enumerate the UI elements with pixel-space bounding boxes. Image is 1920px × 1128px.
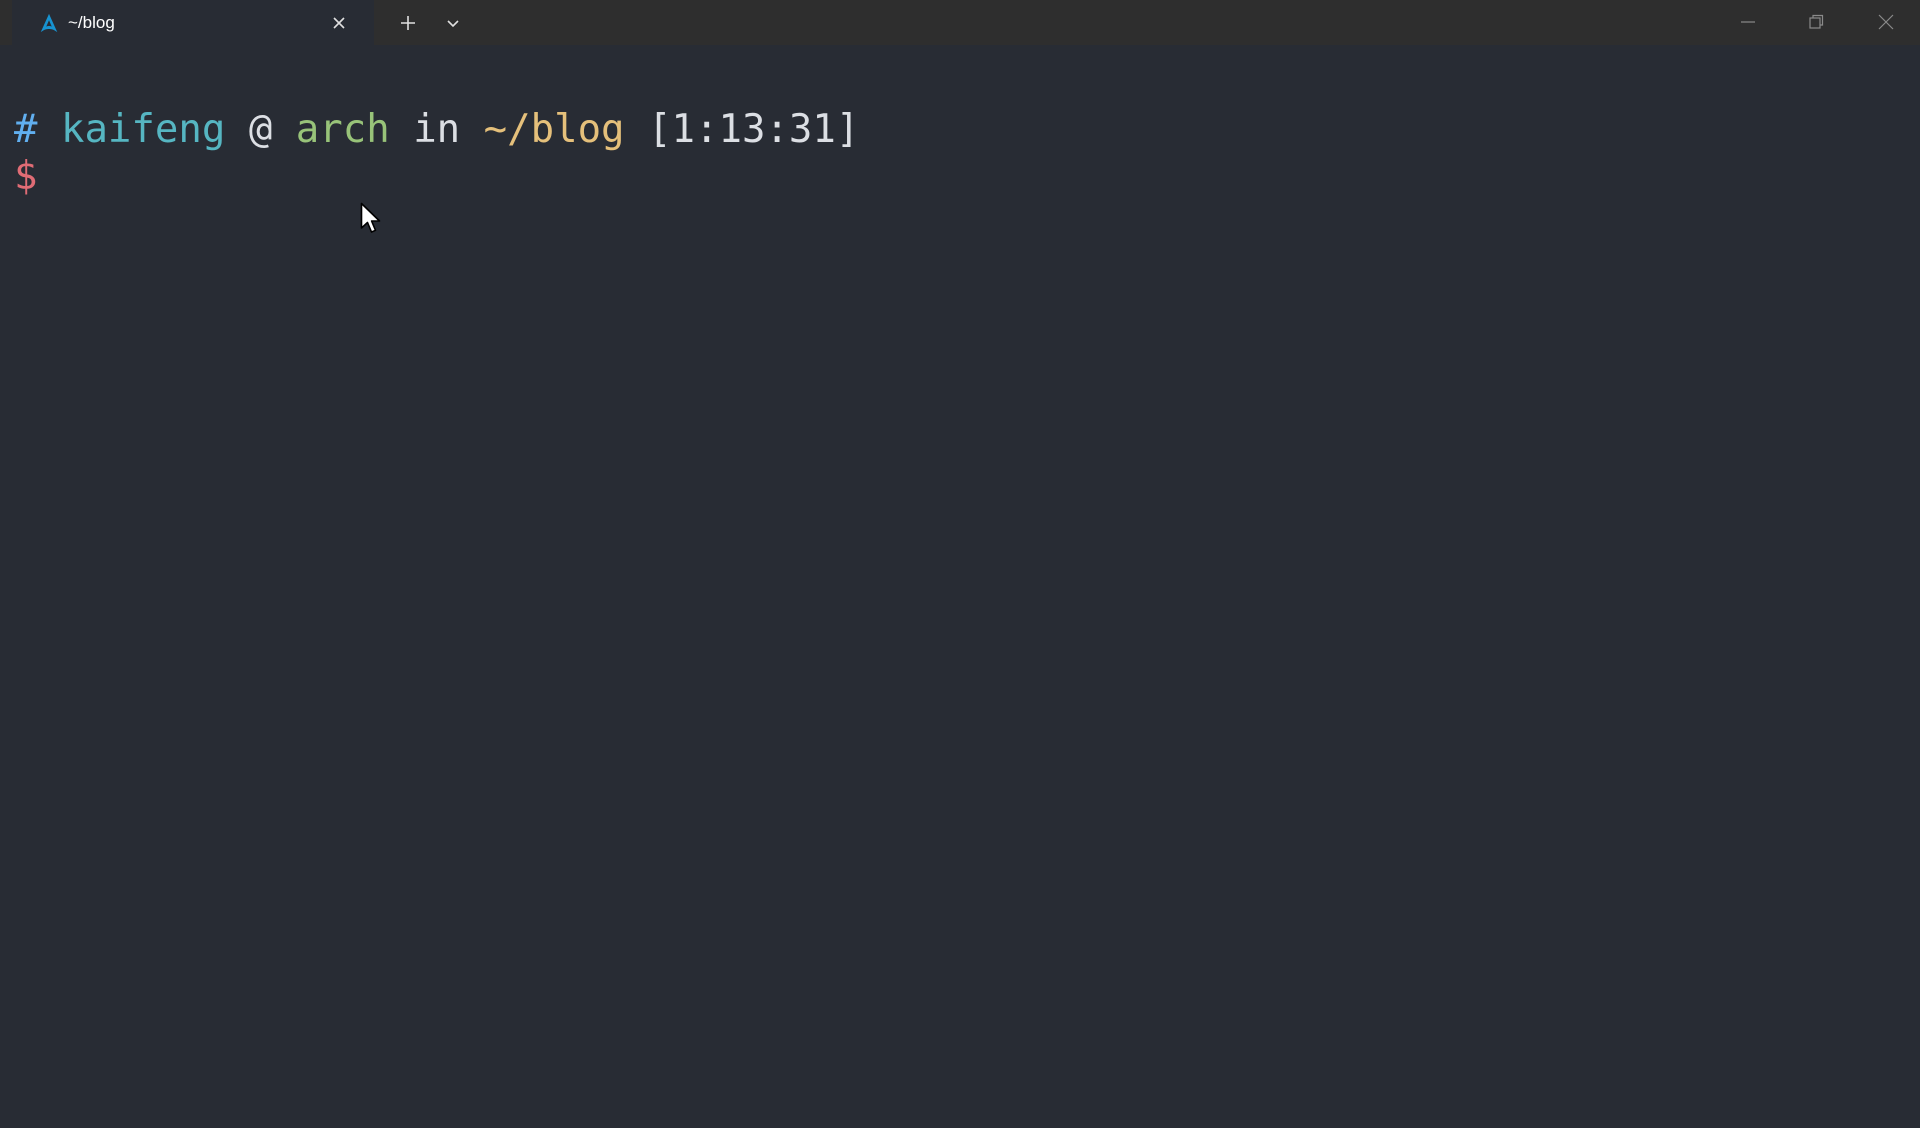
minimize-button[interactable] <box>1714 0 1782 45</box>
prompt-line: # kaifeng @ arch in ~/blog [1:13:31] <box>14 107 859 153</box>
tab-blog[interactable]: ~/blog <box>12 0 374 45</box>
terminal-window: ~/blog # kaifeng @ arch in ~/blog [1:13:… <box>0 0 1920 1128</box>
close-window-button[interactable] <box>1852 0 1920 45</box>
prompt-at: @ <box>248 107 273 152</box>
prompt-path: ~/blog <box>483 107 625 152</box>
mouse-cursor-icon <box>360 202 381 233</box>
prompt-time: [1:13:31] <box>648 107 860 152</box>
prompt-in: in <box>413 107 461 152</box>
close-tab-icon[interactable] <box>328 12 350 34</box>
arch-linux-icon <box>40 13 58 33</box>
title-bar: ~/blog <box>0 0 1920 45</box>
prompt-user: kaifeng <box>60 107 226 152</box>
close-icon <box>1878 14 1894 30</box>
new-tab-icon[interactable] <box>395 10 421 36</box>
restore-icon <box>1809 14 1824 29</box>
prompt-hash: # <box>14 107 38 152</box>
input-line[interactable]: $ <box>14 154 37 200</box>
minimize-icon <box>1741 21 1755 23</box>
terminal-content[interactable]: # kaifeng @ arch in ~/blog [1:13:31] $ <box>0 45 1920 1128</box>
tab-title: ~/blog <box>68 13 115 32</box>
prompt-dollar: $ <box>14 154 38 199</box>
prompt-host: arch <box>295 107 390 152</box>
restore-button[interactable] <box>1782 0 1850 45</box>
chevron-down-icon[interactable] <box>440 10 466 36</box>
